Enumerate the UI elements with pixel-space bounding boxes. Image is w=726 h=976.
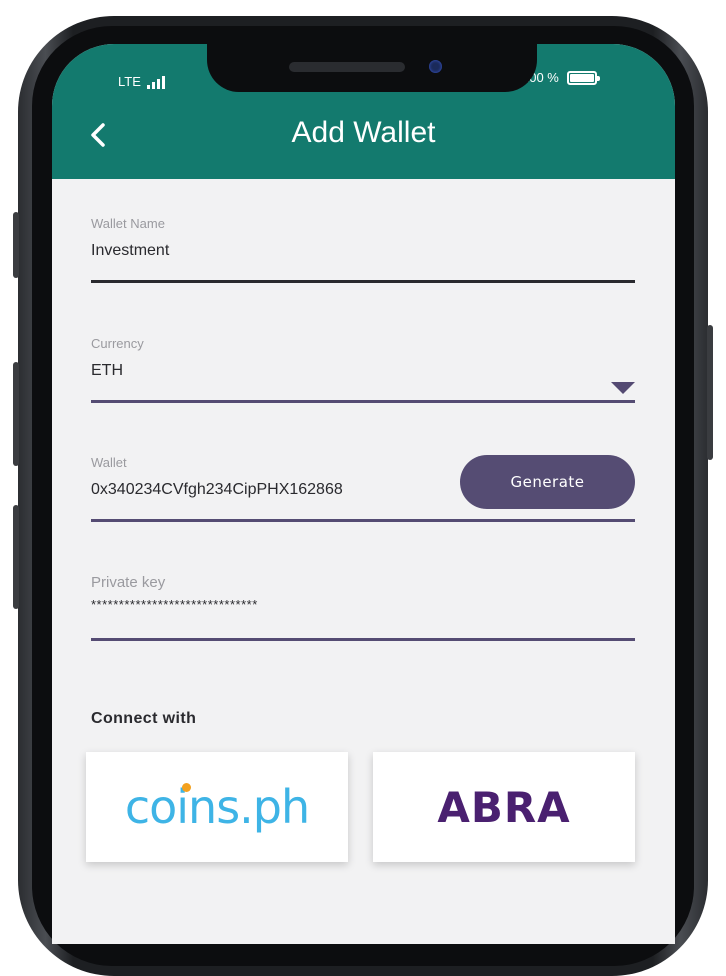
speaker [289, 62, 405, 72]
coins-ph-logo: coins.ph [124, 780, 310, 834]
wallet-name-label: Wallet Name [91, 216, 165, 231]
side-button-mute [13, 212, 19, 278]
network-type: LTE [118, 74, 141, 89]
currency-underline [91, 400, 635, 403]
side-button-power [707, 325, 713, 460]
coins-ph-card[interactable]: coins.ph [86, 752, 348, 862]
currency-label: Currency [91, 336, 144, 351]
side-button-volume-up [13, 362, 19, 466]
private-key-label: Private key [91, 574, 166, 591]
abra-card[interactable]: ABRA [373, 752, 635, 862]
currency-field[interactable]: Currency ETH [91, 336, 635, 403]
wallet-underline [91, 519, 635, 522]
wallet-name-input[interactable]: Investment [91, 242, 635, 260]
battery-icon [566, 70, 600, 85]
caret-down-icon[interactable] [611, 382, 635, 394]
wallet-name-underline [91, 280, 635, 283]
private-key-underline [91, 638, 635, 641]
side-button-volume-down [13, 505, 19, 609]
private-key-input[interactable]: ****************************** [91, 597, 635, 612]
coins-ph-logo-dot [181, 783, 191, 792]
wallet-name-field[interactable]: Wallet Name Investment [91, 216, 635, 283]
private-key-field[interactable]: Private key ****************************… [91, 574, 635, 641]
signal-icon [146, 75, 165, 89]
status-bar-left: LTE [118, 74, 165, 89]
currency-select[interactable]: ETH [91, 362, 635, 380]
coins-ph-logo-text: coins.ph [124, 780, 310, 834]
screen: LTE 100 % Add Wallet Wallet Name Investm… [52, 44, 675, 944]
camera [429, 60, 442, 73]
connect-with-title: Connect with [91, 710, 197, 727]
abra-logo: ABRA [437, 782, 571, 832]
generate-button[interactable]: Generate [460, 455, 635, 509]
page-title: Add Wallet [291, 116, 436, 149]
